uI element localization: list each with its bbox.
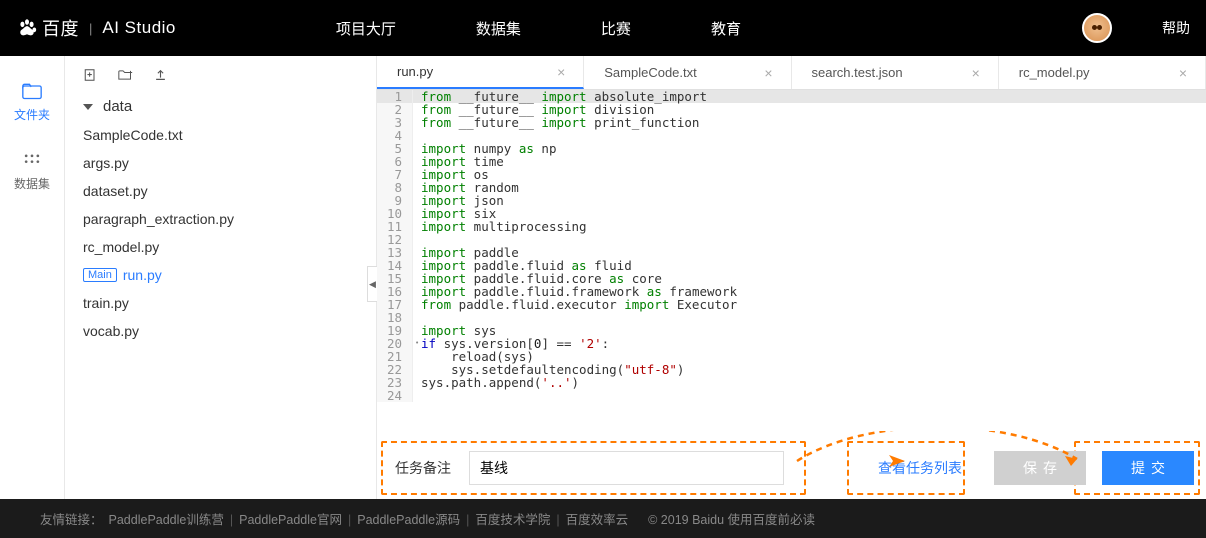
main-area: 文件夹 数据集 data SampleCode.txtargs.pydatase…	[0, 56, 1206, 499]
brand-main: 百度	[42, 15, 79, 41]
code-line[interactable]: 3from __future__ import print_function	[377, 116, 1206, 129]
editor-area: ◀ run.py×SampleCode.txt×search.test.json…	[377, 56, 1206, 499]
upload-icon[interactable]	[153, 68, 168, 82]
collapse-handle-icon[interactable]: ◀	[367, 266, 377, 302]
tree-folder-data[interactable]: data	[65, 92, 376, 121]
code-line[interactable]: 6import time	[377, 155, 1206, 168]
help-link[interactable]: 帮助	[1162, 18, 1190, 38]
main-badge: Main	[83, 268, 117, 282]
file-panel: data SampleCode.txtargs.pydataset.pypara…	[65, 56, 377, 499]
tree-file[interactable]: rc_model.py	[65, 233, 376, 261]
code-line[interactable]: 24	[377, 389, 1206, 402]
close-icon[interactable]: ×	[764, 65, 772, 81]
footer-link[interactable]: 百度效率云	[566, 513, 629, 527]
tree-file[interactable]: paragraph_extraction.py	[65, 205, 376, 233]
tree-file[interactable]: args.py	[65, 149, 376, 177]
nav-education[interactable]: 教育	[711, 18, 741, 39]
top-bar: 百度 | AI Studio 项目大厅 数据集 比赛 教育 帮助	[0, 0, 1206, 56]
footer-link[interactable]: PaddlePaddle训练营	[109, 513, 224, 527]
logo[interactable]: 百度 | AI Studio	[16, 15, 176, 41]
close-icon[interactable]: ×	[972, 65, 980, 81]
file-toolbar	[65, 56, 376, 88]
task-note-input[interactable]	[469, 451, 784, 485]
editor-tab[interactable]: run.py×	[377, 56, 584, 89]
tree-file[interactable]: train.py	[65, 289, 376, 317]
tree-file[interactable]: dataset.py	[65, 177, 376, 205]
code-line[interactable]: 11import multiprocessing	[377, 220, 1206, 233]
tree-file[interactable]: vocab.py	[65, 317, 376, 345]
view-tasks-link[interactable]: 查看任务列表	[878, 458, 962, 478]
code-line[interactable]: 23sys.path.append('..')	[377, 376, 1206, 389]
nav-competitions[interactable]: 比赛	[601, 18, 631, 39]
code-line[interactable]: 18	[377, 311, 1206, 324]
nav-projects[interactable]: 项目大厅	[336, 18, 396, 39]
footer: 友情链接： PaddlePaddle训练营|PaddlePaddle官网|Pad…	[0, 499, 1206, 538]
main-nav: 项目大厅 数据集 比赛 教育	[336, 18, 1082, 39]
code-line[interactable]: 17from paddle.fluid.executor import Exec…	[377, 298, 1206, 311]
folder-icon	[22, 82, 42, 100]
footer-copyright: © 2019 Baidu 使用百度前必读	[648, 509, 815, 528]
submit-button[interactable]: 提交	[1102, 451, 1194, 485]
editor-tab[interactable]: rc_model.py×	[999, 56, 1206, 89]
code-line[interactable]: 20if sys.version[0] == '2':	[377, 337, 1206, 350]
avatar[interactable]	[1082, 13, 1112, 43]
rail-item-files[interactable]: 文件夹	[14, 82, 50, 123]
file-tree: data SampleCode.txtargs.pydataset.pypara…	[65, 88, 376, 349]
tree-file[interactable]: SampleCode.txt	[65, 121, 376, 149]
footer-link[interactable]: PaddlePaddle官网	[239, 513, 342, 527]
rail-label-dataset: 数据集	[14, 175, 50, 192]
brand-sub: AI Studio	[102, 18, 176, 38]
new-folder-icon[interactable]	[118, 68, 133, 82]
dataset-icon	[22, 151, 42, 169]
footer-link[interactable]: 百度技术学院	[475, 513, 550, 527]
task-note-label: 任务备注	[395, 458, 451, 478]
baidu-paw-icon	[16, 17, 38, 39]
code-line[interactable]: 9import json	[377, 194, 1206, 207]
editor-tab[interactable]: SampleCode.txt×	[584, 56, 791, 89]
action-bar: 任务备注 查看任务列表 保存 提交	[377, 437, 1206, 499]
save-button[interactable]: 保存	[994, 451, 1086, 485]
footer-link[interactable]: PaddlePaddle源码	[357, 513, 460, 527]
footer-label: 友情链接：	[40, 509, 103, 528]
tree-file[interactable]: Mainrun.py	[65, 261, 376, 289]
close-icon[interactable]: ×	[1179, 65, 1187, 81]
left-rail: 文件夹 数据集	[0, 56, 65, 499]
nav-datasets[interactable]: 数据集	[476, 18, 521, 39]
new-file-icon[interactable]	[83, 68, 98, 82]
code-editor[interactable]: 1from __future__ import absolute_import2…	[377, 90, 1206, 437]
editor-tab[interactable]: search.test.json×	[792, 56, 999, 89]
close-icon[interactable]: ×	[557, 64, 565, 80]
rail-item-dataset[interactable]: 数据集	[14, 151, 50, 192]
rail-label-files: 文件夹	[14, 106, 50, 123]
editor-tabs: run.py×SampleCode.txt×search.test.json×r…	[377, 56, 1206, 90]
